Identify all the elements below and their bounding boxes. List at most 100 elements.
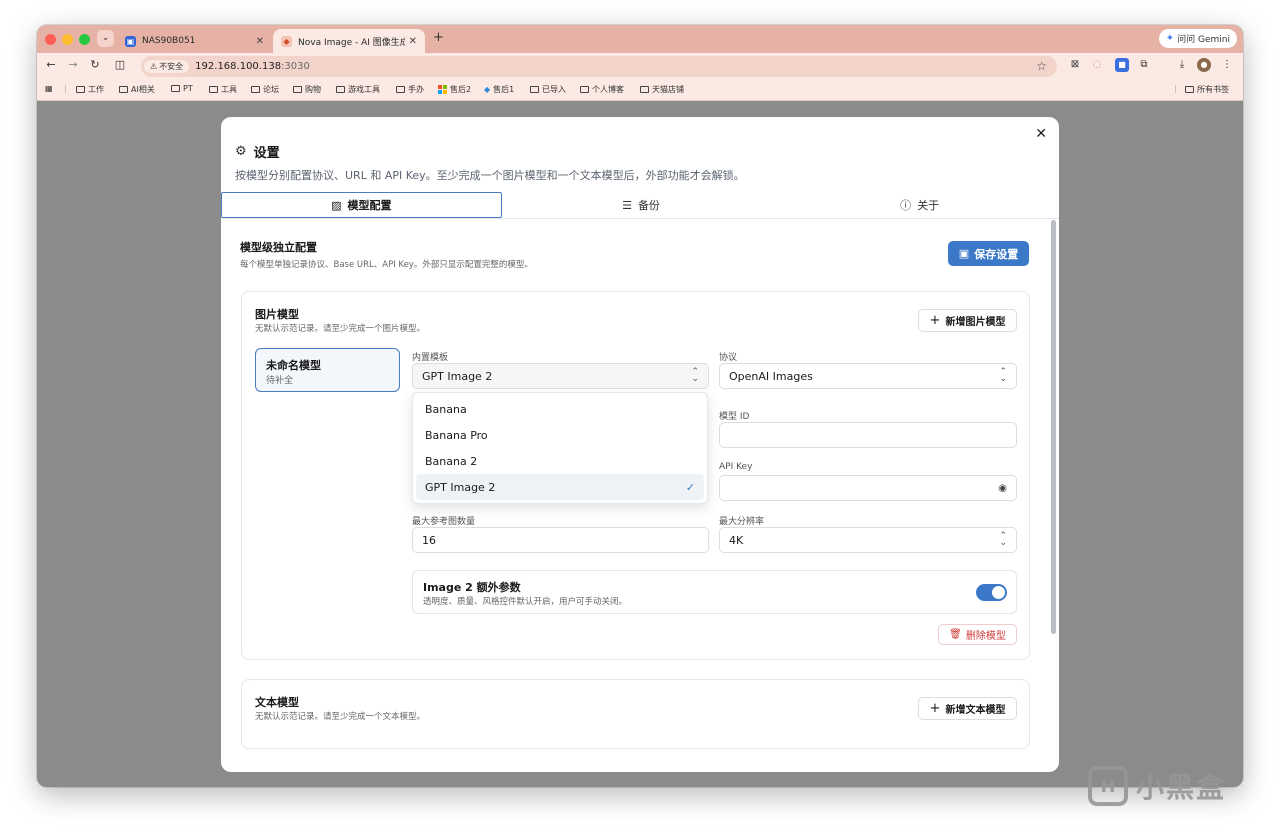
eye-icon[interactable]: ◉ bbox=[998, 483, 1007, 494]
template-label: 内置模板 bbox=[412, 353, 449, 363]
folder-icon bbox=[1185, 86, 1194, 93]
download-icon[interactable]: ⤓ bbox=[1175, 58, 1189, 72]
bookmark-link[interactable]: ◆ 售后1 bbox=[484, 84, 514, 95]
folder-icon bbox=[119, 86, 128, 93]
section-subtitle: 每个模型单独记录协议、Base URL、API Key。外部只显示配置完整的模型… bbox=[240, 260, 533, 270]
extra-params-box: Image 2 额外参数 透明度、质量、风格控件默认开启，用户可手动关闭。 bbox=[412, 570, 1017, 614]
back-icon[interactable]: ← bbox=[44, 58, 58, 71]
max-ref-value: 16 bbox=[422, 533, 436, 547]
bookmark-folder[interactable]: 游戏工具 bbox=[336, 84, 380, 95]
extra-params-toggle[interactable] bbox=[976, 584, 1007, 601]
ask-gemini-button[interactable]: ✦ 问问 Gemini bbox=[1158, 29, 1237, 48]
dialog-description: 按模型分别配置协议、URL 和 API Key。至少完成一个图片模型和一个文本模… bbox=[235, 169, 745, 182]
tab-strip: ⌄ ▣ NAS90B051 ✕ ◆ Nova Image - AI 图像生成器 … bbox=[37, 25, 1243, 53]
model-list-item[interactable]: 未命名模型 待补全 bbox=[255, 348, 400, 392]
url-host: 192.168.100.138 bbox=[195, 61, 282, 72]
apps-grid-icon[interactable]: ▦ bbox=[45, 84, 53, 93]
add-image-model-button[interactable]: + 新增图片模型 bbox=[918, 309, 1017, 332]
max-ref-input[interactable]: 16 bbox=[412, 527, 709, 553]
protocol-select[interactable]: OpenAI Images ⌃ ⌄ bbox=[719, 363, 1017, 389]
bookmark-folder[interactable]: 个人博客 bbox=[580, 84, 624, 95]
tab-about[interactable]: ⓘ 关于 bbox=[780, 192, 1059, 218]
close-icon[interactable]: ✕ bbox=[1035, 126, 1047, 142]
max-ref-label: 最大参考图数量 bbox=[412, 517, 476, 527]
watermark-text: 小黑盒 bbox=[1136, 771, 1227, 804]
card-title: 图片模型 bbox=[255, 308, 299, 321]
dropdown-option-selected[interactable]: GPT Image 2 ✓ bbox=[416, 474, 704, 500]
toggle-knob bbox=[992, 586, 1005, 599]
protocol-value: OpenAI Images bbox=[729, 369, 813, 383]
bookmark-folder[interactable]: 购物 bbox=[293, 84, 321, 95]
extra-params-title: Image 2 额外参数 bbox=[423, 581, 521, 594]
folder-icon bbox=[336, 86, 345, 93]
nas-favicon-icon: ▣ bbox=[125, 35, 136, 47]
tab-label: 备份 bbox=[637, 199, 660, 212]
extension-icon[interactable]: ◌ bbox=[1090, 58, 1104, 72]
check-icon: ✓ bbox=[685, 480, 695, 494]
dropdown-option[interactable]: Banana 2 bbox=[416, 448, 704, 474]
nova-favicon-icon: ◆ bbox=[281, 35, 292, 47]
delete-model-button[interactable]: 🗑 删除模型 bbox=[938, 624, 1017, 645]
bookmark-folder[interactable]: 天猫店铺 bbox=[640, 84, 684, 95]
bookmark-folder[interactable]: 已导入 bbox=[530, 84, 566, 95]
side-panel-icon[interactable]: ◫ bbox=[113, 58, 127, 71]
tab-model-config[interactable]: ▨ 模型配置 bbox=[221, 192, 502, 218]
new-tab-button[interactable]: + bbox=[433, 30, 444, 45]
bookmark-folder[interactable]: 手办 bbox=[396, 84, 424, 95]
tab-search-button[interactable]: ⌄ bbox=[97, 30, 114, 47]
card-subtitle: 无默认示范记录。请至少完成一个文本模型。 bbox=[255, 712, 426, 722]
bookmark-folder[interactable]: 工作 bbox=[76, 84, 104, 95]
window-controls bbox=[45, 34, 90, 45]
select-arrows-icon: ⌃ ⌄ bbox=[999, 367, 1007, 384]
gear-icon: ⚙ bbox=[235, 144, 247, 159]
close-icon[interactable]: ✕ bbox=[409, 36, 417, 47]
close-icon[interactable]: ✕ bbox=[256, 36, 264, 47]
folder-icon bbox=[580, 86, 589, 93]
insecure-label: 不安全 bbox=[159, 62, 184, 71]
browser-tab-nas[interactable]: ▣ NAS90B051 ✕ bbox=[117, 29, 272, 53]
add-text-model-button[interactable]: + 新增文本模型 bbox=[918, 697, 1017, 720]
tab-backup[interactable]: ☰ 备份 bbox=[502, 192, 781, 218]
bookmark-folder[interactable]: PT bbox=[171, 84, 193, 93]
bookmark-link[interactable]: 售后2 bbox=[438, 84, 471, 95]
folder-icon bbox=[293, 86, 302, 93]
template-value: GPT Image 2 bbox=[422, 369, 493, 383]
image-models-card: 图片模型 无默认示范记录。请至少完成一个图片模型。 + 新增图片模型 未命名模型… bbox=[241, 291, 1030, 660]
all-bookmarks-folder[interactable]: 所有书签 bbox=[1185, 84, 1229, 95]
gemini-label: 问问 Gemini bbox=[1177, 35, 1230, 45]
bookmark-folder[interactable]: 论坛 bbox=[251, 84, 279, 95]
text-models-card: 文本模型 无默认示范记录。请至少完成一个文本模型。 + 新增文本模型 bbox=[241, 679, 1030, 749]
extension-icon[interactable]: ⊠ bbox=[1068, 58, 1082, 72]
security-indicator[interactable]: ⚠ 不安全 bbox=[144, 60, 190, 73]
reload-icon[interactable]: ↻ bbox=[88, 58, 102, 71]
address-bar[interactable]: ⚠ 不安全 192.168.100.138:3030 ☆ bbox=[141, 56, 1057, 77]
scrollbar[interactable] bbox=[1051, 220, 1056, 634]
dialog-title-text: 设置 bbox=[253, 146, 280, 161]
api-key-input[interactable]: ◉ bbox=[719, 475, 1017, 501]
save-settings-button[interactable]: ▣ 保存设置 bbox=[948, 241, 1029, 266]
max-res-value: 4K bbox=[729, 533, 744, 547]
max-res-select[interactable]: 4K ⌃ ⌄ bbox=[719, 527, 1017, 553]
folder-icon bbox=[530, 86, 539, 93]
tab-title: Nova Image - AI 图像生成器 bbox=[298, 37, 405, 48]
bookmark-star-icon[interactable]: ☆ bbox=[1036, 59, 1047, 73]
maximize-window-button[interactable] bbox=[79, 34, 90, 45]
protocol-label: 协议 bbox=[719, 353, 738, 363]
more-menu-icon[interactable]: ⋮ bbox=[1220, 58, 1234, 72]
save-label: 保存设置 bbox=[974, 247, 1019, 261]
profile-avatar-icon[interactable]: ● bbox=[1197, 58, 1211, 72]
template-select[interactable]: GPT Image 2 ⌃ ⌄ bbox=[412, 363, 709, 389]
dropdown-option[interactable]: Banana bbox=[416, 396, 704, 422]
bookmark-folder[interactable]: AI相关 bbox=[119, 84, 155, 95]
browser-tab-nova[interactable]: ◆ Nova Image - AI 图像生成器 ✕ bbox=[273, 29, 425, 53]
bookmark-folder[interactable]: 工具 bbox=[209, 84, 237, 95]
puzzle-extensions-icon[interactable]: ⧉ bbox=[1137, 58, 1151, 72]
dropdown-option[interactable]: Banana Pro bbox=[416, 422, 704, 448]
delete-label: 删除模型 bbox=[965, 631, 1006, 642]
close-window-button[interactable] bbox=[45, 34, 56, 45]
gemini-sparkle-icon: ✦ bbox=[1165, 33, 1175, 44]
extension-icon[interactable]: ■ bbox=[1115, 58, 1129, 72]
forward-icon[interactable]: → bbox=[66, 58, 80, 71]
minimize-window-button[interactable] bbox=[62, 34, 73, 45]
model-id-input[interactable] bbox=[719, 422, 1017, 448]
